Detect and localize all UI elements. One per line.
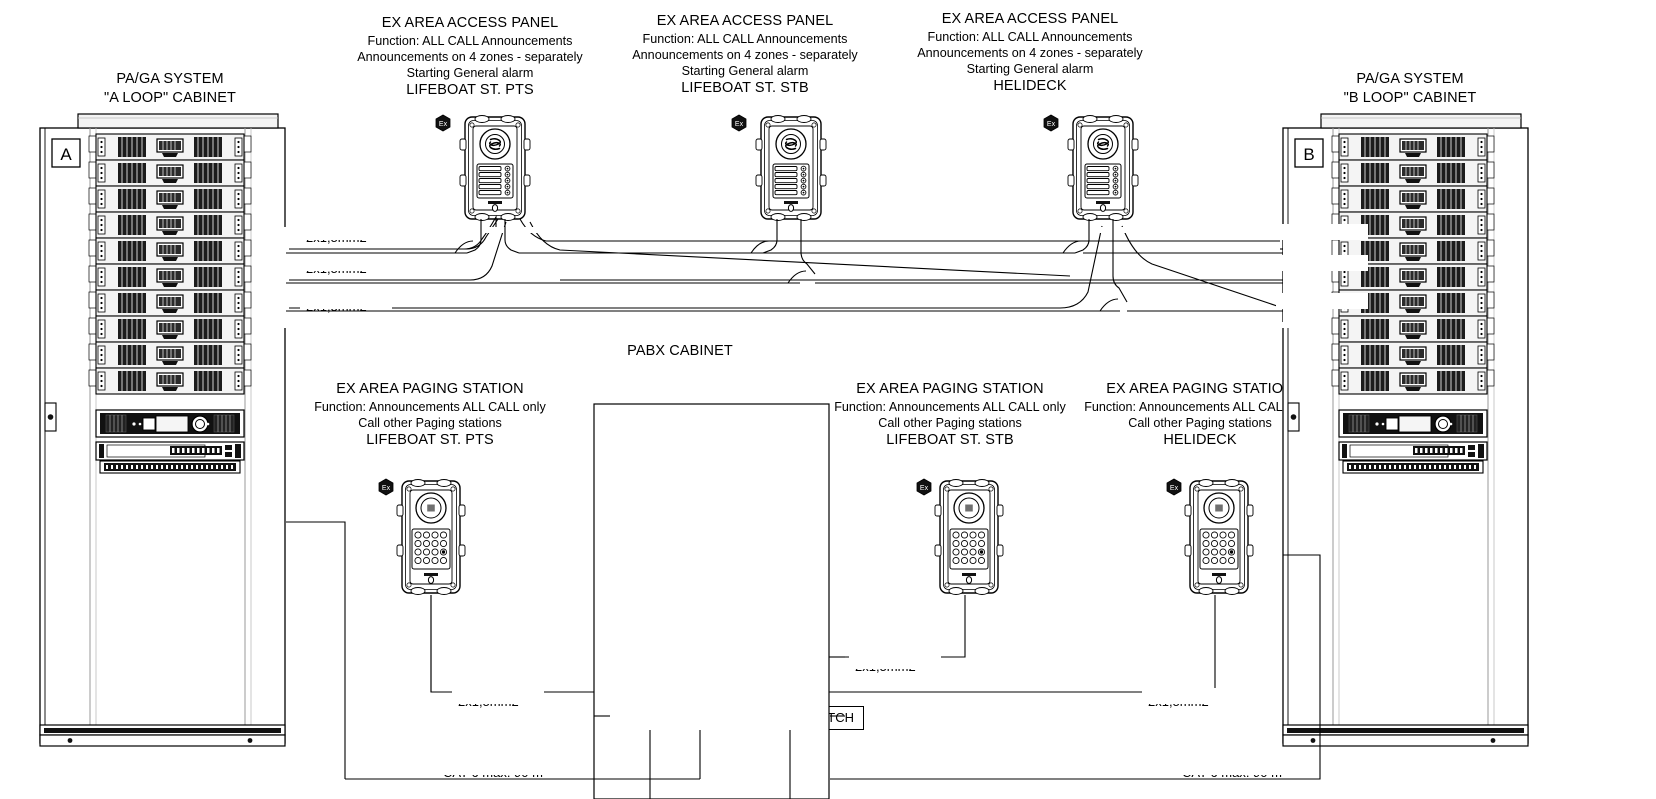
cabinet-b-controller [1338, 409, 1488, 438]
cabinet-a-rack-units [95, 133, 245, 395]
pabx-cabinet[interactable] [593, 403, 830, 799]
cable-hops [454, 240, 1119, 312]
access-panel-device-1[interactable] [435, 114, 531, 222]
ex-marker-icon [1043, 114, 1059, 132]
ex-marker-icon [378, 478, 394, 496]
cabinet-b-terminal-rail [1342, 460, 1484, 474]
cabinet-a-patch-strip [95, 441, 245, 461]
access-panel-device-2[interactable] [731, 114, 827, 222]
cabinet-b-patch-strip [1338, 441, 1488, 461]
cabinet-a-tag: A [60, 145, 72, 164]
diagram-graphics: Ex A B [39, 113, 1529, 799]
paging-station-device-2[interactable] [916, 478, 1004, 596]
ex-marker-icon [916, 478, 932, 496]
cabinet-a[interactable]: A [39, 113, 286, 747]
paging-station-device-3[interactable] [1166, 478, 1254, 596]
cabinet-a-terminal-rail [99, 460, 241, 474]
access-panel-device-3[interactable] [1043, 114, 1139, 222]
ex-marker-icon [435, 114, 451, 132]
paging-station-device-1[interactable] [378, 478, 466, 596]
ex-marker-icon [731, 114, 747, 132]
cabinet-a-controller [95, 409, 245, 438]
diagram-canvas: PA/GA SYSTEM "A LOOP" CABINET PA/GA SYST… [0, 0, 1656, 799]
ex-marker-icon [1166, 478, 1182, 496]
cabinet-b-tag: B [1303, 145, 1314, 164]
